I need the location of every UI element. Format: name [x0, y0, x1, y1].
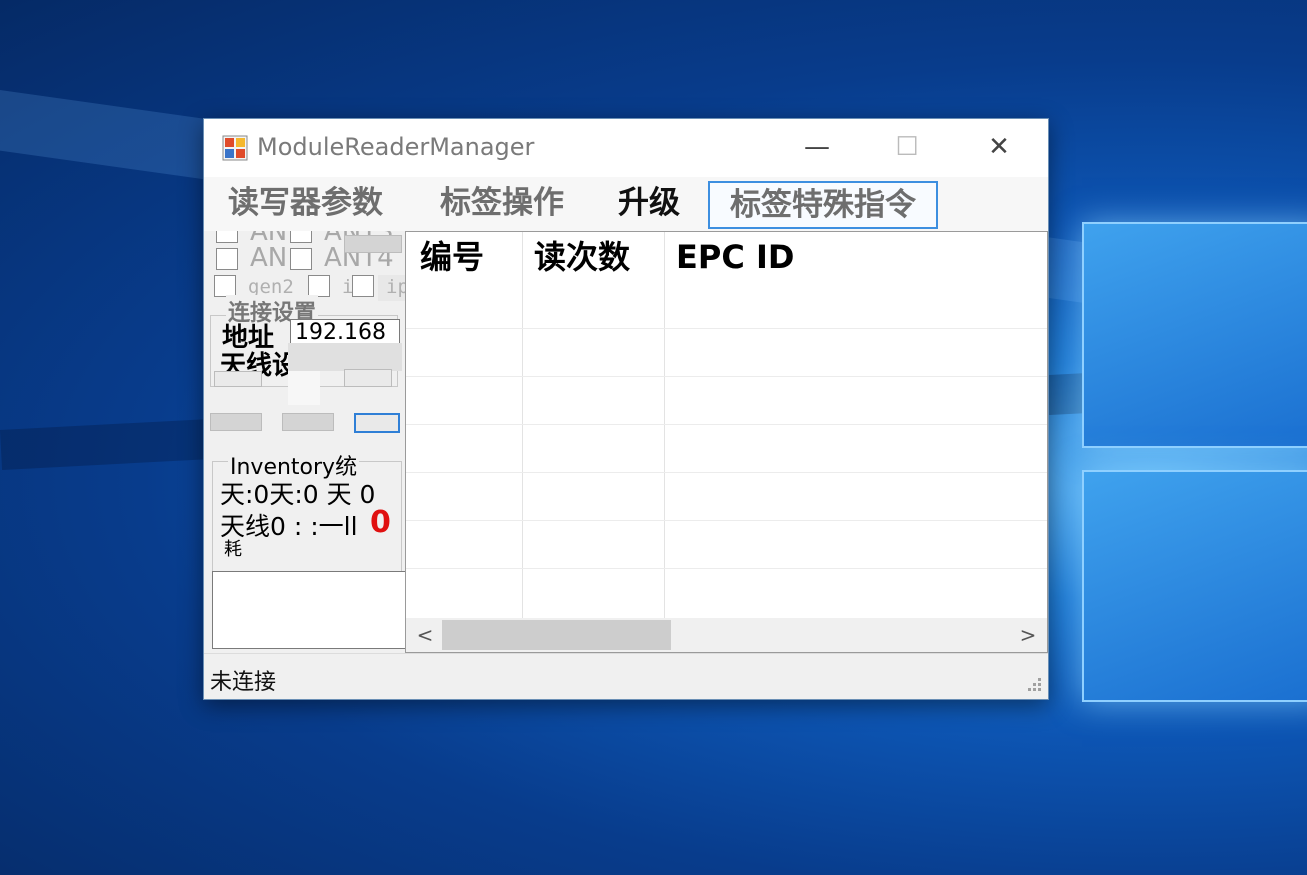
maximize-button[interactable]: ☐ — [884, 127, 930, 167]
row-divider — [406, 328, 1047, 329]
window-logo-pane — [1082, 222, 1307, 448]
address-value: 192.168 — [295, 320, 386, 345]
window-title: ModuleReaderManager — [257, 133, 535, 161]
tab-bar: 读写器参数 标签操作 升级 标签特殊指令 — [204, 177, 1048, 231]
log-textbox[interactable] — [212, 571, 405, 649]
column-header-index[interactable]: 编号 — [420, 232, 484, 282]
row-divider — [406, 376, 1047, 377]
stop-inventory-button[interactable] — [282, 413, 334, 431]
antenna-label: AN — [250, 243, 288, 273]
connection-status: 未连接 — [210, 670, 277, 695]
spacer — [288, 371, 320, 405]
column-header-epc-id[interactable]: EPC ID — [676, 232, 794, 282]
antenna-checkbox[interactable] — [216, 248, 238, 270]
tab-reader-params[interactable]: 读写器参数 — [228, 183, 383, 223]
resize-grip-icon[interactable] — [1022, 674, 1042, 694]
inventory-stats-row: 耗 — [224, 539, 242, 560]
close-button[interactable]: ✕ — [976, 127, 1022, 167]
column-divider — [522, 232, 523, 618]
tab-tag-operations[interactable]: 标签操作 — [440, 183, 564, 223]
disconnect-button[interactable] — [214, 371, 262, 387]
busy-indicator-icon: 0 — [370, 505, 391, 540]
start-inventory-button[interactable] — [210, 413, 262, 431]
status-bar: 未连接 — [204, 653, 1048, 699]
row-divider — [406, 520, 1047, 521]
scroll-left-icon[interactable]: < — [410, 618, 440, 652]
scroll-right-icon[interactable]: > — [1013, 618, 1043, 652]
protocol-checkbox-iso[interactable] — [308, 275, 330, 297]
minimize-button[interactable]: — — [794, 127, 840, 167]
antenna-checkbox[interactable] — [216, 231, 238, 243]
antenna-power-field[interactable] — [344, 235, 402, 253]
inventory-stats-row: 天:0天:0 天 0 — [220, 480, 376, 509]
horizontal-scrollbar[interactable]: < > — [406, 618, 1047, 652]
row-divider — [406, 568, 1047, 569]
clear-button[interactable] — [354, 413, 400, 433]
antenna-select[interactable] — [288, 343, 402, 371]
row-divider — [406, 424, 1047, 425]
column-header-read-count[interactable]: 读次数 — [534, 232, 630, 282]
antenna-checkbox[interactable] — [290, 248, 312, 270]
app-icon — [222, 135, 248, 161]
connect-button[interactable] — [344, 369, 392, 387]
tag-table[interactable]: 编号 读次数 EPC ID < > — [405, 231, 1048, 653]
column-divider — [664, 232, 665, 618]
tab-tag-special-commands[interactable]: 标签特殊指令 — [708, 181, 938, 229]
protocol-checkbox-gen2[interactable] — [214, 275, 236, 297]
scrollbar-thumb[interactable] — [442, 620, 671, 650]
tab-upgrade[interactable]: 升级 — [618, 183, 680, 223]
protocol-label: ipx256 — [386, 276, 405, 298]
row-divider — [406, 472, 1047, 473]
title-bar[interactable]: ModuleReaderManager — ☐ ✕ — [204, 119, 1048, 177]
app-window: ModuleReaderManager — ☐ ✕ 读写器参数 标签操作 升级 … — [203, 118, 1049, 700]
window-logo-pane — [1082, 470, 1307, 702]
antenna-checkbox[interactable] — [290, 231, 312, 243]
reader-params-panel: AN ANT3 AN ANT4 gen2 i ipx256 连接设置 地址 19… — [204, 231, 405, 651]
protocol-checkbox-ipx256[interactable] — [352, 275, 374, 297]
